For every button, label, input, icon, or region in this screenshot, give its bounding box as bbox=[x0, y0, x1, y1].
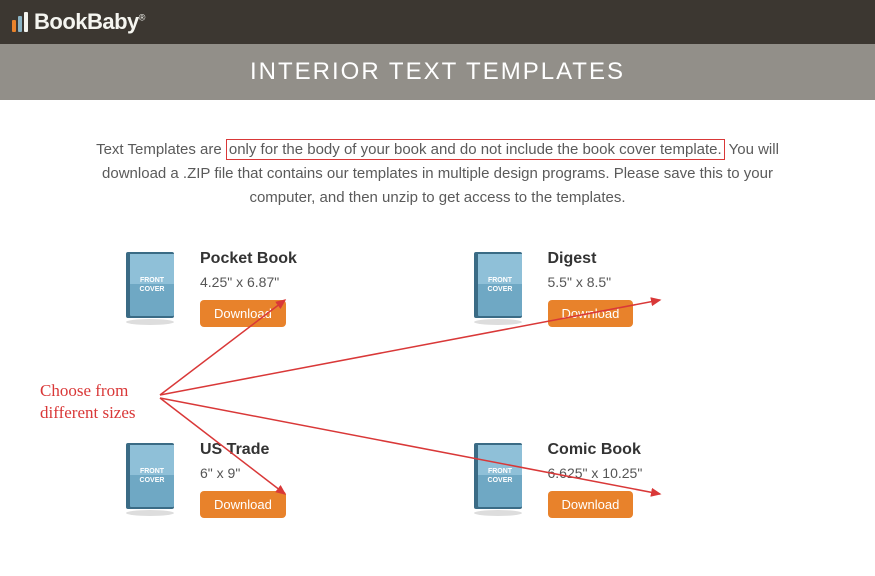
download-button[interactable]: Download bbox=[548, 491, 634, 518]
book-cover-icon: FRONT COVER bbox=[468, 441, 528, 522]
template-size: 6.625" x 10.25" bbox=[548, 465, 643, 481]
template-title: Comic Book bbox=[548, 441, 643, 459]
svg-text:COVER: COVER bbox=[487, 477, 512, 484]
book-cover-icon: FRONT COVER bbox=[468, 250, 528, 331]
template-us-trade: FRONT COVER US Trade 6" x 9" Download bbox=[120, 441, 468, 522]
page-title: INTERIOR TEXT TEMPLATES bbox=[250, 58, 625, 86]
annotation-label: Choose from different sizes bbox=[40, 380, 136, 424]
template-size: 4.25" x 6.87" bbox=[200, 274, 297, 290]
download-button[interactable]: Download bbox=[200, 491, 286, 518]
description-text: Text Templates are only for the body of … bbox=[0, 100, 875, 230]
download-button[interactable]: Download bbox=[548, 300, 634, 327]
page-title-bar: INTERIOR TEXT TEMPLATES bbox=[0, 44, 875, 100]
highlight-box: only for the body of your book and do no… bbox=[226, 139, 725, 160]
svg-text:FRONT: FRONT bbox=[487, 277, 512, 284]
template-size: 5.5" x 8.5" bbox=[548, 274, 634, 290]
brand-name: BookBaby® bbox=[34, 9, 145, 35]
download-button[interactable]: Download bbox=[200, 300, 286, 327]
svg-text:COVER: COVER bbox=[140, 286, 165, 293]
svg-text:COVER: COVER bbox=[140, 477, 165, 484]
template-pocket-book: FRONT COVER Pocket Book 4.25" x 6.87" Do… bbox=[120, 250, 468, 331]
svg-text:FRONT: FRONT bbox=[140, 277, 165, 284]
svg-text:FRONT: FRONT bbox=[487, 468, 512, 475]
template-digest: FRONT COVER Digest 5.5" x 8.5" Download bbox=[468, 250, 816, 331]
topbar: BookBaby® bbox=[0, 0, 875, 44]
template-comic-book: FRONT COVER Comic Book 6.625" x 10.25" D… bbox=[468, 441, 816, 522]
book-cover-icon: FRONT COVER bbox=[120, 441, 180, 522]
brand-logo[interactable]: BookBaby® bbox=[12, 9, 145, 35]
template-title: Pocket Book bbox=[200, 250, 297, 268]
template-size: 6" x 9" bbox=[200, 465, 286, 481]
template-title: US Trade bbox=[200, 441, 286, 459]
book-cover-icon: FRONT COVER bbox=[120, 250, 180, 331]
template-title: Digest bbox=[548, 250, 634, 268]
templates-grid: FRONT COVER Pocket Book 4.25" x 6.87" Do… bbox=[0, 230, 875, 522]
logo-bars-icon bbox=[12, 12, 28, 32]
svg-text:COVER: COVER bbox=[487, 286, 512, 293]
svg-text:FRONT: FRONT bbox=[140, 468, 165, 475]
